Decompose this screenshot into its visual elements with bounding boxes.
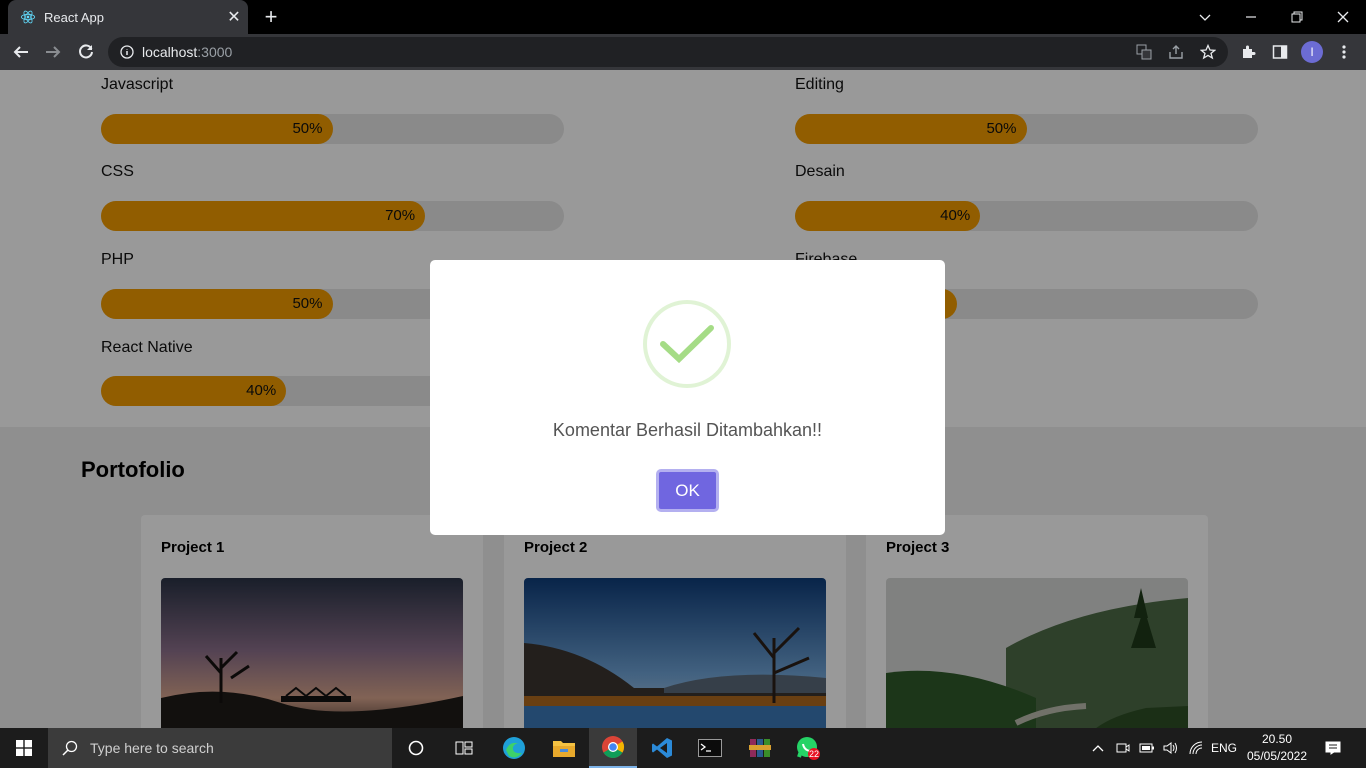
success-check-icon (643, 300, 731, 388)
whatsapp-badge-count: 22 (809, 749, 819, 759)
tab-close-icon[interactable]: ✕ (220, 7, 248, 27)
search-icon (62, 740, 78, 756)
ok-button[interactable]: OK (656, 469, 719, 512)
meet-now-icon[interactable] (1112, 728, 1134, 768)
page-viewport: Javascript 50% CSS 70% PHP 50% React Nat… (0, 70, 1366, 728)
tab-strip: React App ✕ + (0, 0, 1366, 34)
react-icon (20, 10, 36, 24)
file-explorer-icon[interactable] (540, 728, 588, 768)
battery-icon[interactable] (1136, 728, 1158, 768)
vscode-icon[interactable] (638, 728, 686, 768)
dialog-message: Komentar Berhasil Ditambahkan!! (552, 420, 823, 440)
cortana-icon[interactable] (392, 728, 440, 768)
address-bar[interactable]: localhost:3000 (108, 37, 1228, 67)
bookmark-star-icon[interactable] (1198, 42, 1218, 62)
windows-start-icon[interactable] (0, 728, 48, 768)
new-tab-button[interactable]: + (258, 4, 284, 30)
forward-icon[interactable] (40, 39, 66, 65)
notifications-icon[interactable] (1318, 728, 1348, 768)
network-icon[interactable] (1185, 728, 1207, 768)
winrar-icon[interactable] (736, 728, 784, 768)
reload-icon[interactable] (73, 39, 99, 65)
volume-icon[interactable] (1160, 728, 1182, 768)
taskbar: Type here to search 22 ENG 20.50 05/05/2… (0, 728, 1366, 768)
minimize-icon[interactable] (1228, 0, 1274, 34)
show-hidden-icons-chevron-icon[interactable] (1088, 728, 1108, 768)
chrome-icon[interactable] (589, 728, 637, 768)
search-placeholder: Type here to search (90, 740, 214, 756)
tab-title: React App (44, 9, 104, 25)
taskbar-search-box[interactable]: Type here to search (48, 728, 392, 768)
menu-kebab-icon[interactable] (1334, 42, 1354, 62)
taskbar-clock[interactable]: 20.50 05/05/2022 (1245, 731, 1309, 765)
url-port: :3000 (197, 44, 233, 60)
extensions-icon[interactable] (1238, 42, 1258, 62)
site-info-icon[interactable] (112, 45, 142, 59)
language-indicator[interactable]: ENG (1208, 728, 1240, 768)
restore-icon[interactable] (1274, 0, 1320, 34)
clock-time: 20.50 (1261, 732, 1293, 746)
translate-icon[interactable] (1134, 42, 1154, 62)
terminal-icon[interactable] (686, 728, 734, 768)
tab-search-icon[interactable] (1182, 0, 1228, 34)
browser-toolbar: localhost:3000 I (0, 34, 1366, 70)
whatsapp-icon[interactable]: 22 (784, 728, 832, 768)
back-icon[interactable] (8, 39, 34, 65)
success-dialog: Komentar Berhasil Ditambahkan!! OK (430, 260, 945, 535)
edge-icon[interactable] (490, 728, 538, 768)
share-icon[interactable] (1166, 42, 1186, 62)
task-view-icon[interactable] (440, 728, 488, 768)
close-window-icon[interactable] (1320, 0, 1366, 34)
profile-avatar[interactable]: I (1301, 41, 1323, 63)
tab-react-app[interactable]: React App ✕ (8, 0, 248, 34)
url-host: localhost (142, 44, 198, 60)
side-panel-icon[interactable] (1270, 42, 1290, 62)
clock-date: 05/05/2022 (1246, 749, 1308, 763)
